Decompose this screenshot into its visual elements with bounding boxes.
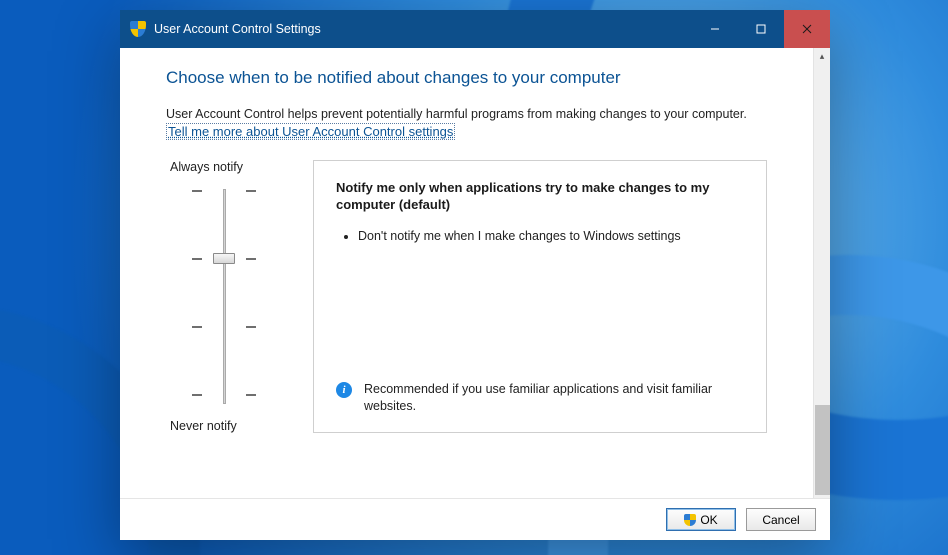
scroll-up-arrow[interactable]: ▴ bbox=[814, 48, 831, 65]
setting-bullets: Don't notify me when I make changes to W… bbox=[342, 228, 744, 246]
scroll-track[interactable] bbox=[814, 65, 830, 481]
maximize-button[interactable] bbox=[738, 10, 784, 48]
setting-title: Notify me only when applications try to … bbox=[336, 179, 744, 214]
scroll-thumb[interactable] bbox=[815, 405, 830, 495]
content-area: Choose when to be notified about changes… bbox=[120, 48, 813, 498]
setting-description-panel: Notify me only when applications try to … bbox=[313, 160, 767, 433]
setting-bullet: Don't notify me when I make changes to W… bbox=[358, 228, 744, 246]
window-title: User Account Control Settings bbox=[154, 22, 692, 36]
shield-icon bbox=[130, 21, 146, 37]
notification-slider[interactable] bbox=[184, 184, 264, 409]
ok-button[interactable]: OK bbox=[666, 508, 736, 531]
cancel-button-label: Cancel bbox=[762, 513, 799, 527]
titlebar[interactable]: User Account Control Settings bbox=[120, 10, 830, 48]
dialog-button-row: OK Cancel bbox=[120, 498, 830, 540]
shield-icon bbox=[684, 514, 696, 526]
page-heading: Choose when to be notified about changes… bbox=[166, 68, 767, 88]
uac-settings-window: User Account Control Settings Choose whe… bbox=[120, 10, 830, 540]
vertical-scrollbar[interactable]: ▴ ▾ bbox=[813, 48, 830, 498]
info-icon: i bbox=[336, 382, 352, 398]
page-description: User Account Control helps prevent poten… bbox=[166, 106, 767, 123]
recommendation-text: Recommended if you use familiar applicat… bbox=[364, 381, 744, 416]
minimize-button[interactable] bbox=[692, 10, 738, 48]
slider-top-label: Always notify bbox=[170, 160, 281, 174]
client-area: Choose when to be notified about changes… bbox=[120, 48, 830, 498]
ok-button-label: OK bbox=[700, 513, 717, 527]
cancel-button[interactable]: Cancel bbox=[746, 508, 816, 531]
slider-bottom-label: Never notify bbox=[170, 419, 281, 433]
learn-more-link[interactable]: Tell me more about User Account Control … bbox=[166, 123, 455, 140]
close-button[interactable] bbox=[784, 10, 830, 48]
slider-thumb[interactable] bbox=[213, 253, 235, 264]
